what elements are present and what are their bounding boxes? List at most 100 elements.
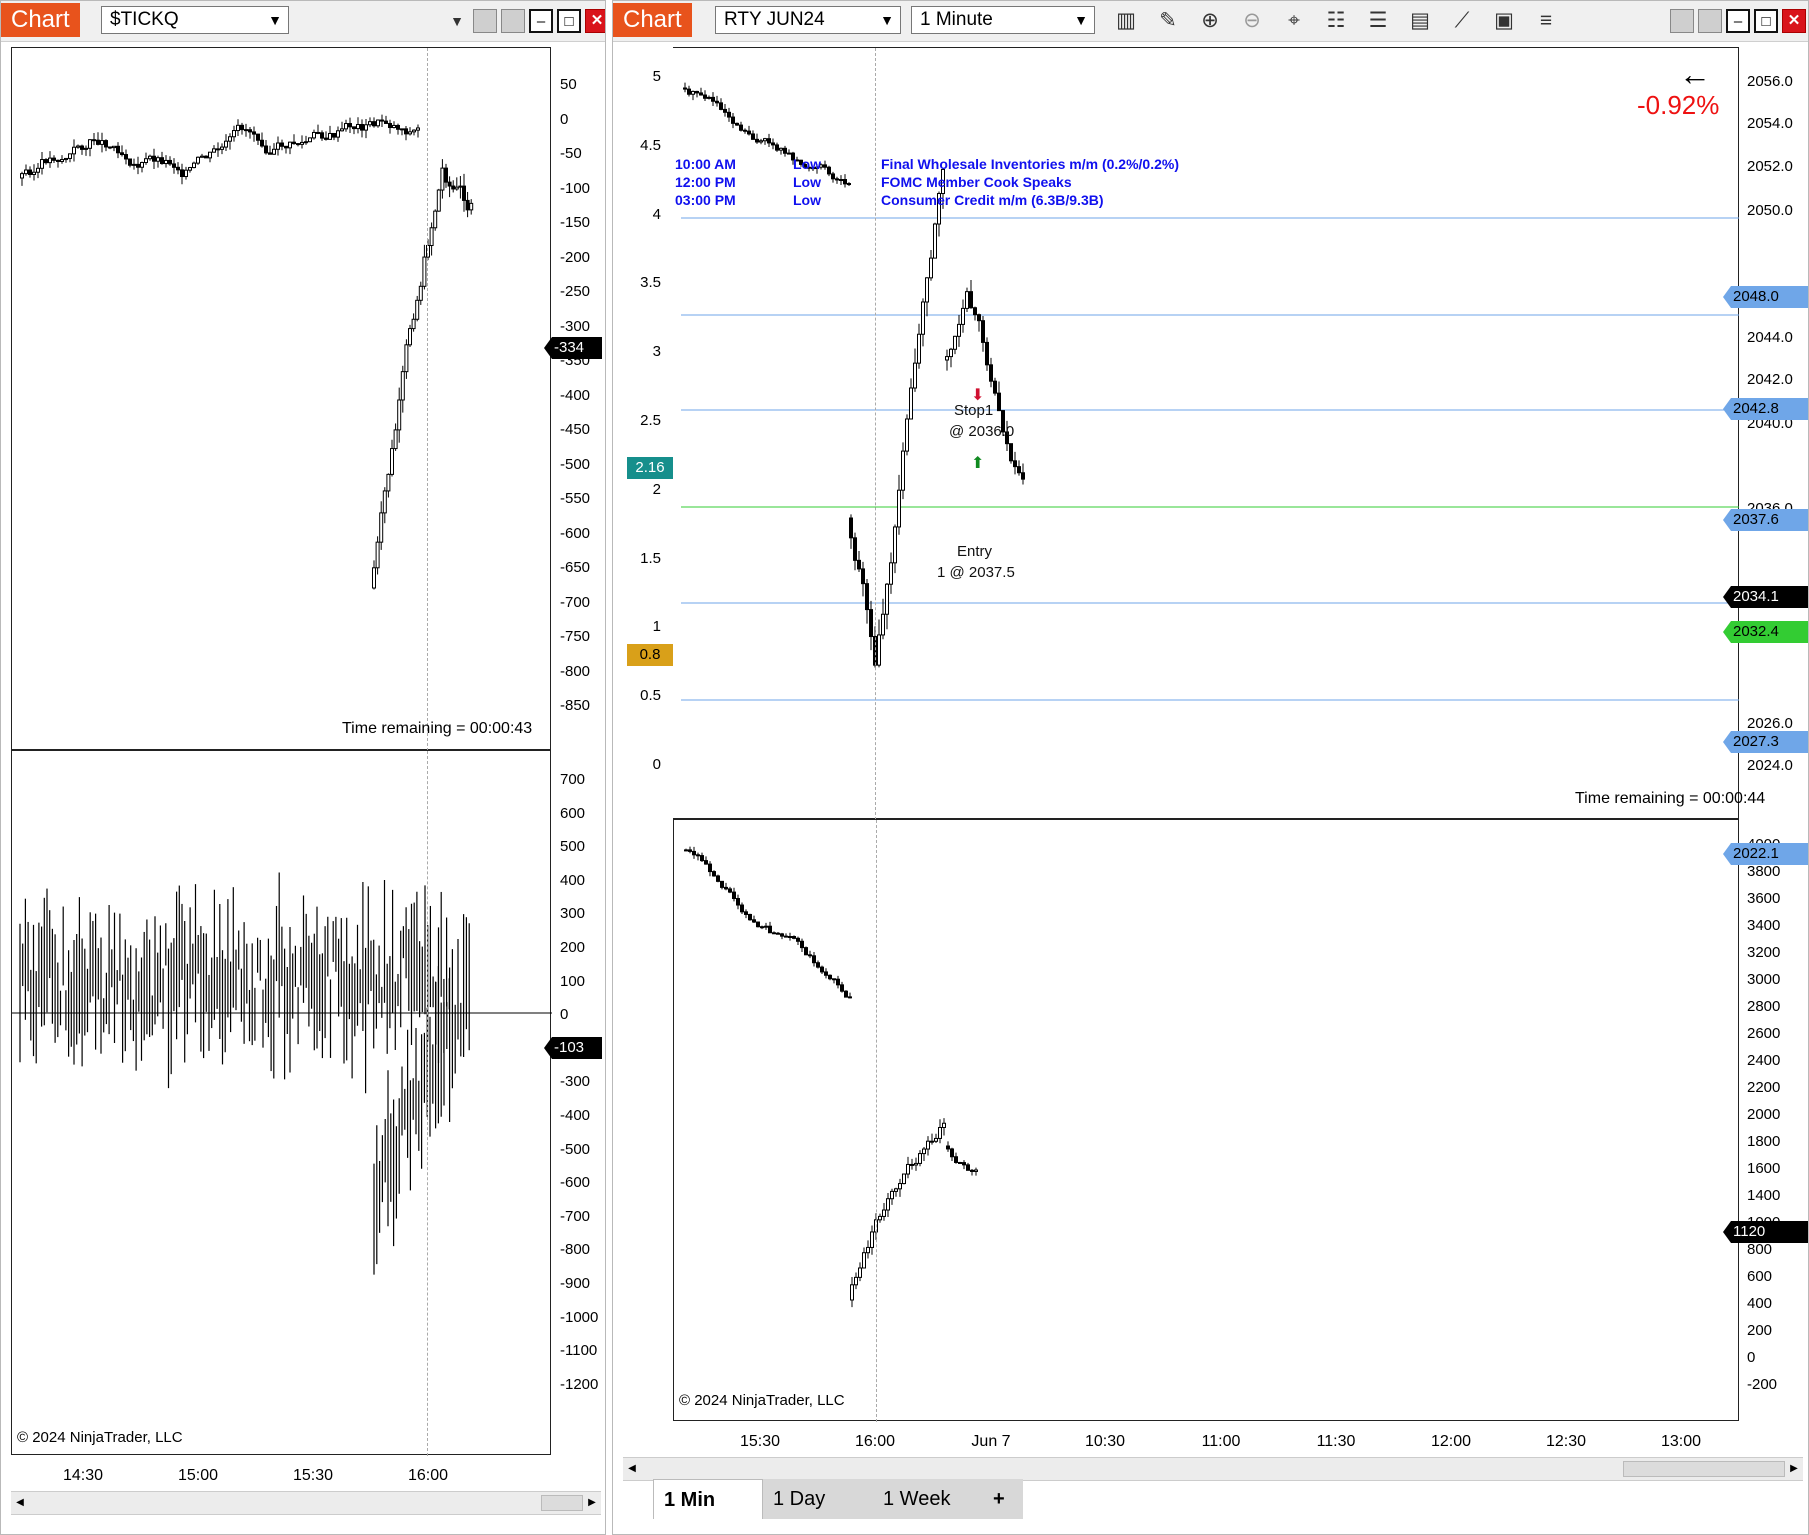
left-instrument-selector[interactable]: $TICKQ ▼ (101, 6, 289, 34)
tick-candle (328, 132, 332, 140)
dropdown-arrow-icon[interactable]: ▼ (442, 7, 472, 35)
interval-selector[interactable]: 1 Minute ▼ (911, 6, 1095, 34)
tab-1-week[interactable]: 1 Week (873, 1479, 983, 1519)
volume-candle (756, 921, 760, 928)
tick-price-panel[interactable]: Time remaining = 00:00:43 (11, 47, 551, 751)
right-window-minimize-icon[interactable]: – (1726, 9, 1750, 33)
price-level-tag[interactable]: 2022.1 (1723, 843, 1808, 865)
volume-candle (914, 1162, 918, 1166)
left-window-maximize-icon[interactable]: □ (557, 9, 581, 33)
price-candle (707, 96, 711, 99)
zoom-in-icon[interactable]: ⊕ (1195, 7, 1225, 35)
left-chart-label[interactable]: Chart (1, 3, 80, 37)
tick-candle (379, 512, 384, 543)
price-level-tag[interactable]: 2027.3 (1723, 731, 1808, 753)
x-tick-label: 12:30 (1545, 1433, 1587, 1450)
volume-candle (712, 871, 716, 877)
tick-candle (462, 185, 466, 201)
volume-candle (776, 932, 780, 935)
volume-candle (878, 1215, 882, 1221)
left-horizontal-scrollbar[interactable]: ◀ ▶ (11, 1491, 601, 1515)
tick-candle (404, 344, 409, 373)
tab-1-min[interactable]: 1 Min (653, 1479, 763, 1519)
right-window-maximize-icon[interactable]: □ (1754, 9, 1778, 33)
left-window-minimize-button[interactable] (473, 9, 497, 33)
price-candle (933, 223, 937, 259)
zoom-out-icon[interactable]: ⊖ (1237, 7, 1267, 35)
scroll-left-icon[interactable]: ◀ (623, 1458, 641, 1480)
y-tick-label: -250 (560, 283, 591, 300)
scroll-left-icon[interactable]: ◀ (11, 1492, 29, 1514)
tick-candle (252, 131, 256, 135)
right-chart-label[interactable]: Chart (613, 3, 692, 37)
left-window-close-button[interactable]: ✕ (585, 9, 605, 33)
tick-candle (411, 318, 416, 330)
y-tick-label: 600 (560, 804, 586, 822)
tick-candle (32, 171, 36, 175)
right-instrument-selector[interactable]: RTY JUN24 ▼ (715, 6, 901, 34)
tick-candle (422, 256, 427, 287)
price-level-tag[interactable]: 2042.8 (1723, 398, 1808, 420)
price-level-tag[interactable]: 2034.1 (1723, 586, 1808, 608)
volume-candle (858, 1267, 862, 1278)
right-window-button-2[interactable] (1698, 9, 1722, 33)
price-candle (997, 392, 1001, 412)
tick-candle (458, 185, 463, 188)
y-tick-label: 2400 (1747, 1052, 1781, 1069)
right-window-close-button[interactable]: ✕ (1782, 9, 1806, 33)
price-panel[interactable]: ⬇ ⬆ 10:00 AM Low Final Wholesale Inventor… (673, 47, 1765, 820)
left-window-minimize-icon[interactable]: – (529, 9, 553, 33)
properties-icon[interactable]: ☰ (1363, 7, 1393, 35)
indicators-icon[interactable]: ⟋ (1447, 7, 1477, 35)
right-window-button-1[interactable] (1670, 9, 1694, 33)
session-break-line (876, 820, 877, 1422)
tick-candle (360, 124, 364, 131)
right-scroll-thumb[interactable] (1623, 1461, 1785, 1477)
volume-candle (870, 1231, 874, 1248)
price-level-tag[interactable]: 2048.0 (1723, 286, 1808, 308)
tick-candle (304, 141, 308, 144)
price-level-tag[interactable]: 2032.4 (1723, 621, 1808, 643)
right-horizontal-scrollbar[interactable]: ◀ ▶ (623, 1457, 1803, 1481)
volume-candle (966, 1164, 970, 1171)
tick-candle (320, 132, 324, 139)
tick-candle (284, 145, 288, 149)
crosshair-icon[interactable]: ⌖ (1279, 7, 1309, 35)
left-window-restore-button[interactable] (501, 9, 525, 33)
right-instrument-value: RTY JUN24 (724, 9, 825, 30)
left-title-bar: Chart $TICKQ ▼ ▼ – □ ✕ (1, 1, 605, 42)
price-level-tag[interactable]: 2037.6 (1723, 509, 1808, 531)
volume-candle (780, 933, 784, 937)
left-scroll-thumb[interactable] (541, 1495, 583, 1511)
tick-candle (292, 141, 296, 145)
strategies-icon[interactable]: ▤ (1405, 7, 1435, 35)
price-candle (731, 116, 735, 124)
y-tick-label: 2600 (1747, 1025, 1781, 1042)
tick-candle (384, 120, 388, 124)
scroll-right-icon[interactable]: ▶ (583, 1492, 601, 1514)
data-box-icon[interactable]: ☷ (1321, 7, 1351, 35)
tick-volume-panel[interactable]: © 2024 NinjaTrader, LLC (11, 750, 552, 1456)
templates-icon[interactable]: ▣ (1489, 7, 1519, 35)
tab-1-day[interactable]: 1 Day (763, 1479, 873, 1519)
left-top-last-price-tag: -334 (544, 337, 602, 359)
price-candle (849, 517, 853, 539)
add-tab-button[interactable]: + (983, 1479, 1023, 1519)
volume-candle (958, 1161, 962, 1164)
pencil-drawing-icon[interactable]: ✎ (1153, 7, 1183, 35)
volume-candle (828, 974, 832, 980)
tick-candle (368, 121, 372, 126)
price-candlestick-plot: ⬇⬆ (681, 82, 1739, 701)
left-bottom-last-value-tag: -103 (544, 1037, 602, 1059)
bar-type-icon[interactable]: ▥ (1111, 7, 1141, 35)
x-tick-label: Jun 7 (971, 1433, 1011, 1450)
tick-candle (404, 128, 408, 135)
tick-candle (20, 173, 24, 179)
y-tick-label: 2800 (1747, 998, 1781, 1015)
left-instrument-value: $TICKQ (110, 9, 179, 30)
volume-panel[interactable]: © 2024 NinjaTrader, LLC (673, 819, 1739, 1422)
y-tick-label: -50 (560, 145, 582, 162)
scroll-right-icon[interactable]: ▶ (1785, 1458, 1803, 1480)
back-arrow-icon[interactable]: ← (1679, 58, 1711, 90)
more-menu-icon[interactable]: ≡ (1531, 7, 1561, 35)
